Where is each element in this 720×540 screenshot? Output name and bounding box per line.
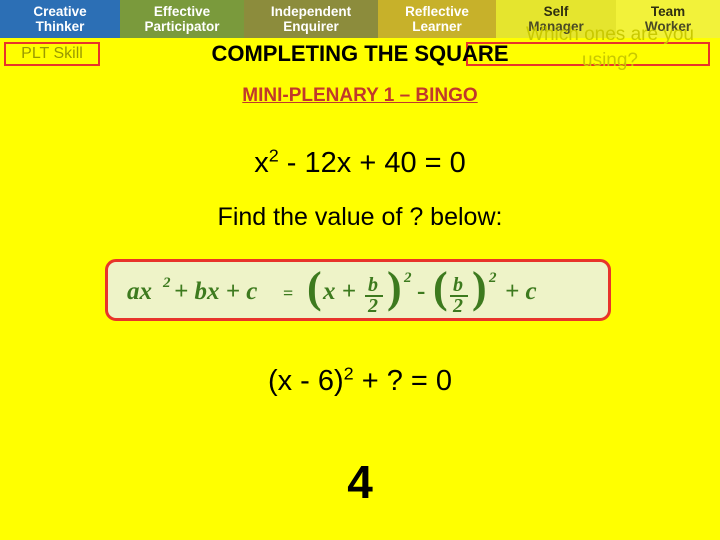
svg-text:ax: ax [127, 278, 152, 305]
completing-square-formula-graphic: ax 2 + bx + c = ( x + b 2 ) 2 - ( b 2 ) … [127, 265, 537, 315]
page-title: COMPLETING THE SQUARE [211, 41, 509, 66]
svg-text:b: b [453, 274, 463, 296]
svg-text:+ bx + c: + bx + c [174, 278, 257, 305]
plt-skill-bar: Creative Thinker Effective Participator … [0, 0, 720, 38]
plt-item-reflective-learner[interactable]: Reflective Learner [378, 0, 496, 38]
equation-two: (x - 6)2 + ? = 0 [0, 363, 720, 398]
plt-item-independent-enquirer[interactable]: Independent Enquirer [244, 0, 378, 38]
svg-text:+ c: + c [505, 278, 537, 305]
instruction-text: Find the value of ? below: [217, 203, 503, 231]
equation-two-exponent: 2 [343, 363, 354, 384]
answer-value: 4 [347, 456, 373, 508]
svg-text:(: ( [433, 265, 448, 312]
svg-text:x +: x + [322, 278, 356, 305]
plt-item-effective-participator[interactable]: Effective Participator [120, 0, 244, 38]
plt-item-label-line2: Enquirer [283, 19, 339, 34]
plt-item-label-line2: Thinker [35, 19, 85, 34]
plt-item-label-line2: Participator [144, 19, 220, 34]
svg-text:2: 2 [162, 275, 171, 291]
equation-one-rest: - 12x + 40 = 0 [278, 147, 466, 179]
plt-item-label-line1: Effective [153, 4, 211, 19]
svg-text:): ) [387, 265, 402, 312]
equation-two-post: + ? = 0 [353, 365, 453, 397]
plt-item-self-manager[interactable]: Self Manager [496, 0, 616, 38]
plt-item-label-line2: Worker [644, 19, 692, 34]
completing-square-formula-box: ax 2 + bx + c = ( x + b 2 ) 2 - ( b 2 ) … [105, 259, 611, 321]
svg-text:2: 2 [488, 270, 497, 286]
svg-text:b: b [368, 274, 378, 296]
equation-two-pre: (x - 6) [267, 365, 344, 397]
equation-one-base: x [254, 147, 269, 179]
svg-text:2: 2 [367, 295, 378, 315]
equation-one-exponent: 2 [268, 145, 279, 166]
svg-text:2: 2 [403, 270, 412, 286]
svg-text:2: 2 [452, 295, 463, 315]
plt-item-label-line1: Self [543, 4, 569, 19]
svg-text:-: - [417, 278, 425, 305]
plt-item-label-line2: Learner [412, 19, 462, 34]
plt-item-creative-thinker[interactable]: Creative Thinker [0, 0, 120, 38]
plt-item-label-line2: Manager [528, 19, 584, 34]
plt-item-label-line1: Reflective [405, 4, 469, 19]
svg-text:(: ( [307, 265, 322, 312]
plt-item-label-line1: Creative [33, 4, 87, 19]
plt-item-label-line1: Team [650, 4, 686, 19]
equation-one: x2 - 12x + 40 = 0 [0, 145, 720, 180]
svg-text:): ) [472, 265, 487, 312]
plt-item-label-line1: Independent [270, 4, 352, 19]
page-subtitle: MINI-PLENARY 1 – BINGO [242, 85, 478, 106]
svg-text:=: = [283, 283, 293, 303]
plt-item-team-worker[interactable]: Team Worker [616, 0, 720, 38]
